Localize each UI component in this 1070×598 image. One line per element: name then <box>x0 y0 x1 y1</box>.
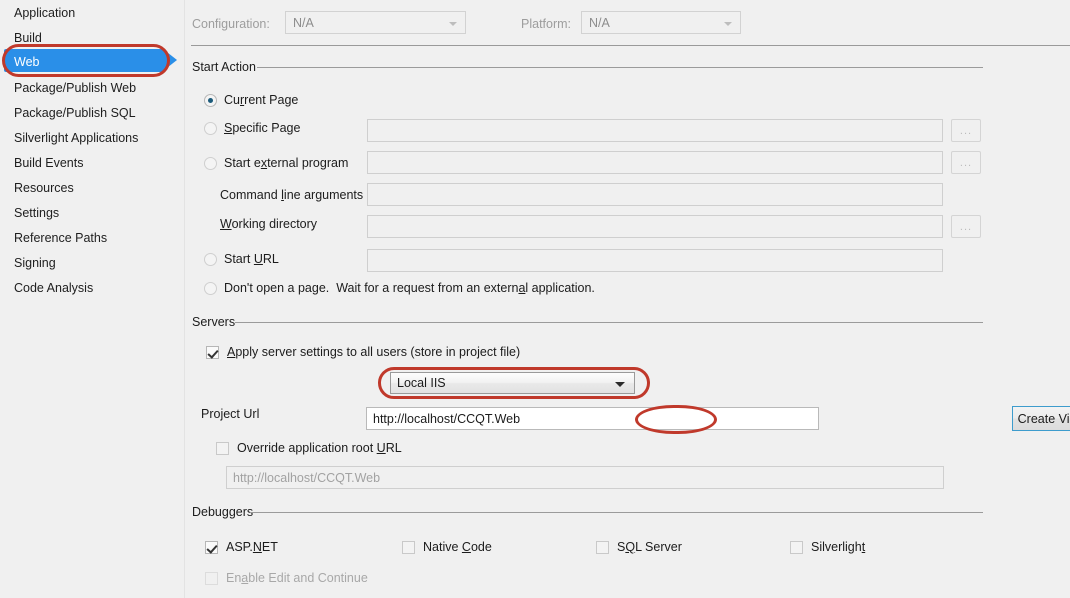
browse-label: ... <box>959 220 973 233</box>
sidebar-item-resources[interactable]: Resources <box>0 175 185 200</box>
label-override-application-root-url: Override application root URL <box>237 441 402 455</box>
radio-current-page[interactable] <box>204 94 217 107</box>
platform-value: N/A <box>589 15 610 30</box>
checkbox-override-application-root-url[interactable] <box>216 442 229 455</box>
debuggers-title: Debuggers <box>192 505 254 519</box>
label-aspnet: ASP.NET <box>226 540 278 554</box>
input-specific-page[interactable] <box>367 119 943 142</box>
sidebar-item-silverlight-applications[interactable]: Silverlight Applications <box>0 125 185 150</box>
input-project-url-value: http://localhost/CCQT.Web <box>373 411 521 426</box>
sidebar-item-label: Build <box>14 30 42 45</box>
input-external-program[interactable] <box>367 151 943 174</box>
label-apply-server-settings: Apply server settings to all users (stor… <box>227 345 521 359</box>
checkbox-apply-server-settings[interactable] <box>206 346 219 359</box>
input-override-root-url[interactable]: http://localhost/CCQT.Web <box>226 466 944 489</box>
label-start-url: Start URL <box>224 252 279 266</box>
sidebar-item-label: Web <box>14 54 40 69</box>
label-project-url: Project Url <box>201 407 260 421</box>
label-specific-page: Specific Page <box>224 121 301 135</box>
browse-working-directory-button[interactable]: ... <box>951 215 981 238</box>
label-sql-server: SQL Server <box>617 540 682 554</box>
servers-divider <box>235 322 983 323</box>
sidebar-item-label: Code Analysis <box>14 280 94 295</box>
label-current-page: Current Page <box>224 93 299 107</box>
platform-dropdown[interactable]: N/A <box>581 11 741 34</box>
label-native-code: Native Code <box>423 540 492 554</box>
checkbox-sql-server[interactable] <box>596 541 609 554</box>
sidebar-item-label: Reference Paths <box>14 230 108 245</box>
browse-label: ... <box>959 124 973 137</box>
start-action-divider <box>257 67 983 68</box>
sidebar-item-package-publish-web[interactable]: Package/Publish Web <box>0 75 185 100</box>
create-virtual-directory-label: Create Virtual Directory <box>1017 411 1070 426</box>
input-override-root-url-value: http://localhost/CCQT.Web <box>233 470 381 485</box>
sidebar-item-label: Package/Publish Web <box>14 80 137 95</box>
sidebar-item-reference-paths[interactable]: Reference Paths <box>0 225 185 250</box>
sidebar-item-application[interactable]: Application <box>0 0 185 25</box>
sidebar-item-build[interactable]: Build <box>0 25 185 50</box>
sidebar-item-label: Build Events <box>14 155 84 170</box>
radio-dont-open-page[interactable] <box>204 282 217 295</box>
input-working-directory[interactable] <box>367 215 943 238</box>
input-command-line-arguments[interactable] <box>367 183 943 206</box>
checkbox-silverlight[interactable] <box>790 541 803 554</box>
server-type-dropdown[interactable]: Local IIS <box>390 372 635 394</box>
sidebar-item-label: Package/Publish SQL <box>14 105 136 120</box>
checkbox-native-code[interactable] <box>402 541 415 554</box>
browse-label: ... <box>959 156 973 169</box>
chevron-down-icon <box>449 22 457 26</box>
sidebar-item-label: Resources <box>14 180 74 195</box>
label-working-directory: Working directory <box>220 217 318 231</box>
sidebar-item-build-events[interactable]: Build Events <box>0 150 185 175</box>
label-silverlight: Silverlight <box>811 540 866 554</box>
input-project-url[interactable]: http://localhost/CCQT.Web <box>366 407 819 430</box>
servers-title: Servers <box>192 315 236 329</box>
checkbox-enable-edit-and-continue[interactable] <box>205 572 218 585</box>
header-divider <box>191 45 1070 46</box>
browse-specific-page-button[interactable]: ... <box>951 119 981 142</box>
browse-external-program-button[interactable]: ... <box>951 151 981 174</box>
server-type-value: Local IIS <box>397 376 446 390</box>
debuggers-divider <box>250 512 983 513</box>
sidebar-item-settings[interactable]: Settings <box>0 200 185 225</box>
label-enable-edit-and-continue: Enable Edit and Continue <box>226 571 368 585</box>
chevron-down-icon <box>724 22 732 26</box>
sidebar-item-web[interactable]: Web <box>0 49 185 74</box>
radio-start-url[interactable] <box>204 253 217 266</box>
settings-sidebar: Application Build Web Package/Publish We… <box>0 0 185 598</box>
configuration-value: N/A <box>293 15 314 30</box>
label-dont-open-page: Don't open a page. Wait for a request fr… <box>224 281 595 295</box>
configuration-dropdown[interactable]: N/A <box>285 11 466 34</box>
sidebar-item-label: Settings <box>14 205 60 220</box>
chevron-down-icon <box>615 382 625 387</box>
create-virtual-directory-button[interactable]: Create Virtual Directory <box>1012 406 1070 431</box>
radio-start-external-program[interactable] <box>204 157 217 170</box>
sidebar-item-label: Silverlight Applications <box>14 130 139 145</box>
start-action-title: Start Action <box>192 60 256 74</box>
label-start-external-program: Start external program <box>224 156 349 170</box>
sidebar-item-code-analysis[interactable]: Code Analysis <box>0 275 185 300</box>
web-settings-pane: Configuration: N/A Platform: N/A Start A… <box>185 0 1070 598</box>
checkbox-aspnet[interactable] <box>205 541 218 554</box>
platform-label: Platform: <box>521 17 572 31</box>
sidebar-item-label: Signing <box>14 255 56 270</box>
sidebar-item-label: Application <box>14 5 76 20</box>
label-command-line-arguments: Command line arguments <box>220 188 364 202</box>
sidebar-item-signing[interactable]: Signing <box>0 250 185 275</box>
radio-specific-page[interactable] <box>204 122 217 135</box>
configuration-label: Configuration: <box>192 17 270 31</box>
input-start-url[interactable] <box>367 249 943 272</box>
sidebar-item-package-publish-sql[interactable]: Package/Publish SQL <box>0 100 185 125</box>
